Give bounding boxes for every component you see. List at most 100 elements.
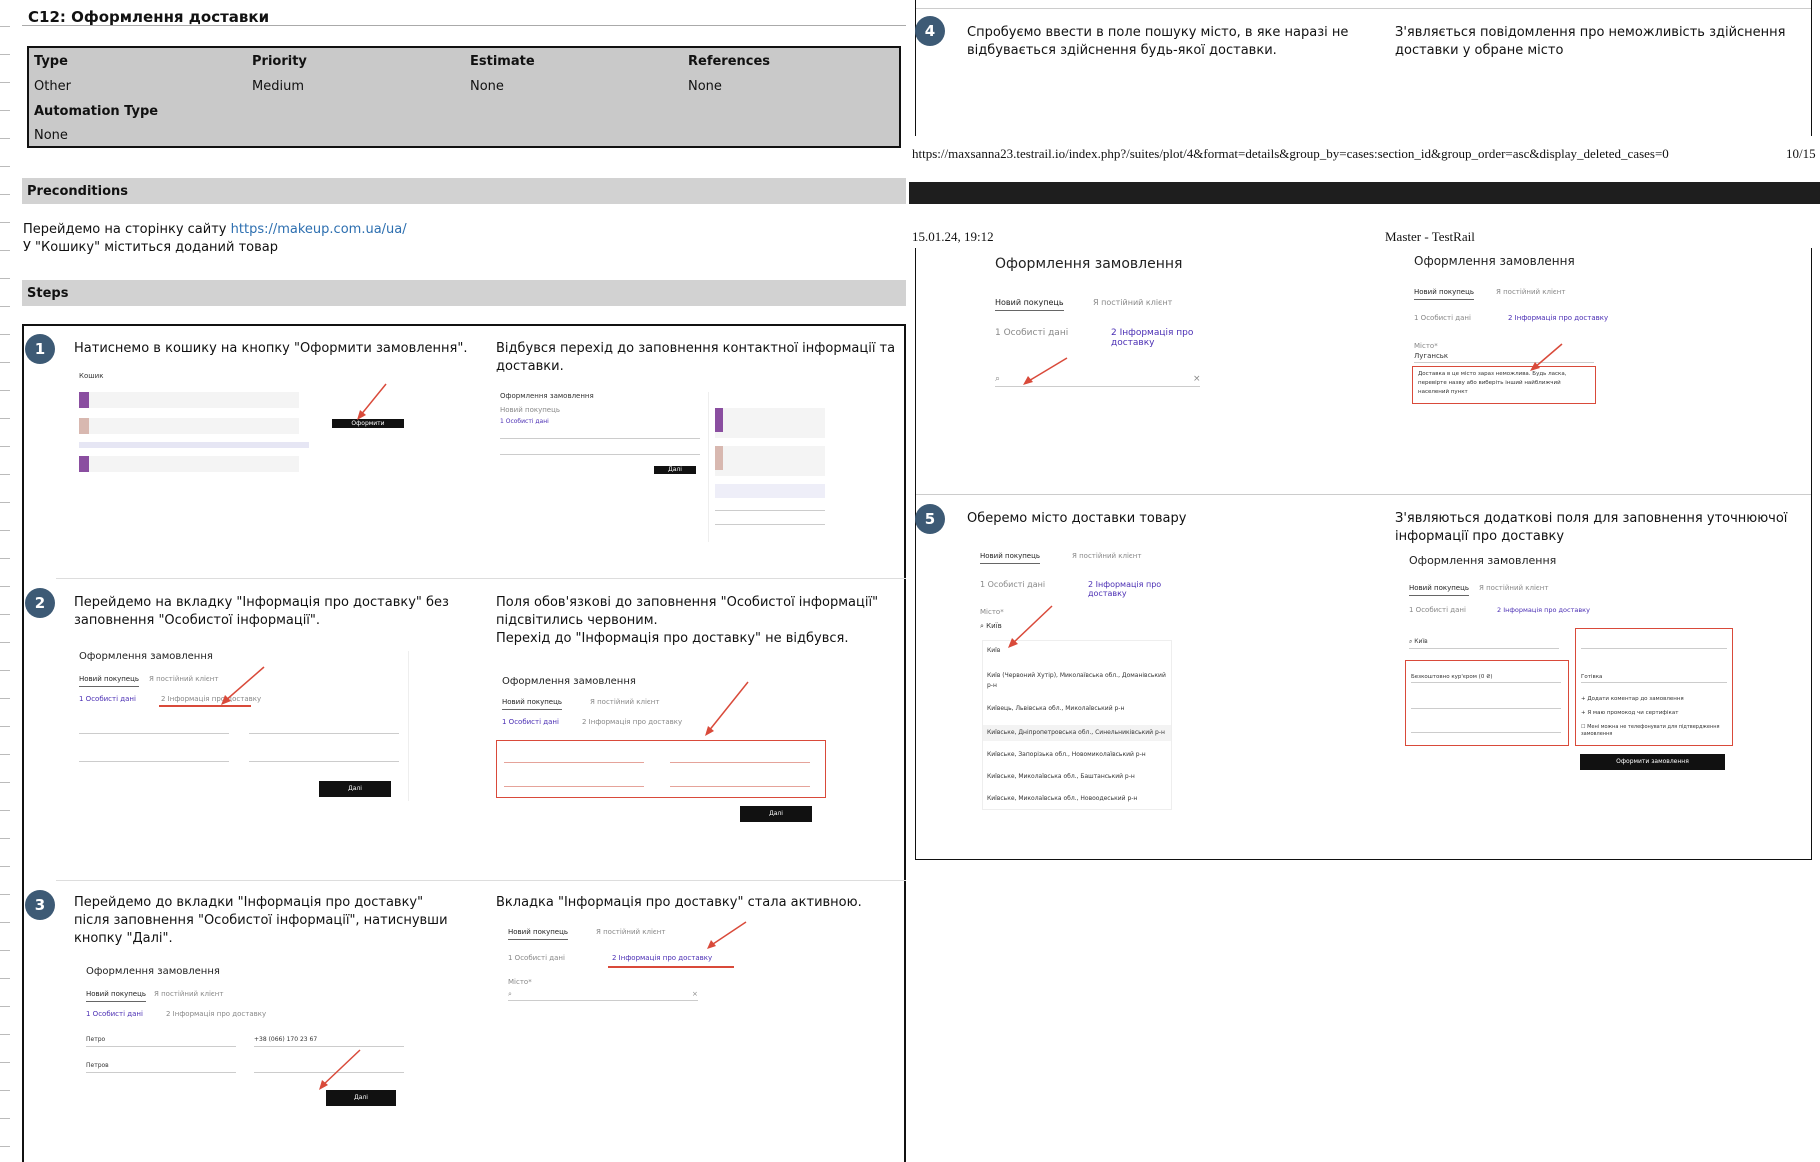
cart-item: [79, 418, 299, 434]
tab-new-buyer: Новий покупець: [79, 675, 139, 687]
clear-icon: ×: [692, 990, 698, 998]
cart-item: [79, 456, 299, 472]
step-delivery: 2 Інформація про доставку: [1088, 580, 1162, 598]
step-personal: 1 Особисті дані: [500, 418, 549, 425]
tab-new-buyer: Новий покупець: [1414, 288, 1474, 300]
input-line: [500, 438, 700, 439]
city-label: Місто*: [508, 978, 532, 986]
summary-line: [715, 510, 825, 511]
cart-title: Кошик: [79, 372, 104, 380]
table-border-right: [1811, 248, 1812, 860]
summary-notice: [715, 484, 825, 498]
prop-header-estimate: Estimate: [470, 54, 535, 69]
red-arrow-icon: [1008, 605, 1053, 648]
delivery-error-message: Доставка в це місто зараз неможлива. Буд…: [1418, 371, 1567, 395]
summary-item: [715, 408, 825, 438]
page-break-bar: [909, 182, 1820, 204]
red-highlight-box: [1405, 660, 1569, 746]
print-header-app: Master - TestRail: [1385, 229, 1475, 244]
step-delivery: 2 Інформація про доставку: [166, 1010, 267, 1018]
step-personal: 1 Особисті дані: [1409, 606, 1466, 614]
precondition-line-2: У "Кошику" міститься доданий товар: [23, 240, 278, 255]
phone-value: +38 (066) 170 23 67: [254, 1036, 318, 1043]
red-arrow-icon: [707, 921, 747, 949]
step-4-expected: З'являється повідомлення про неможливіст…: [1395, 25, 1786, 58]
city-suggestion[interactable]: Київ: [987, 647, 1000, 654]
city-suggestion[interactable]: Київське, Дніпропетровська обл., Синельн…: [987, 729, 1165, 736]
input-line-error: [670, 786, 810, 787]
city-label: Місто*: [980, 608, 1004, 616]
step-3-expected: Вкладка "Інформація про доставку" стала …: [496, 895, 862, 910]
step-3-right-screenshot: Новий покупець Я постійний клієнт 1 Особ…: [508, 921, 758, 1026]
red-arrow-icon: [1023, 357, 1068, 385]
input-line: [1581, 648, 1727, 649]
promo-link: + Я маю промокод чи сертифікат: [1581, 710, 1679, 716]
print-footer-url: https://maxsanna23.testrail.io/index.php…: [912, 146, 1669, 161]
city-suggestion[interactable]: Київське, Запорізька обл., Новомиколаївс…: [987, 751, 1146, 758]
city-suggestion[interactable]: Київ (Червоний Хутір), Миколаївська обл.…: [987, 671, 1167, 691]
city-suggestion[interactable]: Київське, Миколаївська обл., Баштанський…: [987, 773, 1135, 780]
payment-value: Готівка: [1581, 674, 1603, 680]
step-2-left-screenshot: Оформлення замовлення Новий покупець Я п…: [79, 651, 409, 801]
red-arrow-icon: [319, 1049, 361, 1090]
tab-regular: Я постійний клієнт: [1479, 584, 1549, 592]
input-line-error: [670, 762, 810, 763]
city-suggestion[interactable]: Київець, Львівська обл., Миколаївський р…: [987, 705, 1124, 712]
table-border-left: [915, 248, 916, 860]
table-border-left: [915, 0, 916, 136]
step-personal: 1 Особисті дані: [79, 695, 136, 703]
cart-notice: [79, 442, 309, 448]
precondition-line-1: Перейдемо на сторінку сайту https://make…: [23, 222, 407, 237]
order-title: Оформлення замовлення: [86, 966, 220, 977]
city-suggestions-dropdown: Київ Київ (Червоний Хутір), Миколаївська…: [982, 640, 1172, 810]
city-label: Місто*: [1414, 342, 1438, 350]
table-row-rule: [916, 8, 1811, 9]
step-delivery: 2 Інформація про доставку: [1111, 328, 1194, 348]
step-badge-5: 5: [915, 504, 945, 534]
next-button: Далі: [654, 466, 696, 474]
tab-regular: Я постійний клієнт: [154, 990, 224, 998]
tab-regular: Я постійний клієнт: [1072, 552, 1142, 560]
add-comment-link: + Додати коментар до замовлення: [1581, 696, 1684, 702]
step-2-expected: Поля обов'язкові до заповнення "Особисто…: [496, 595, 879, 646]
red-arrow-icon: [221, 666, 265, 705]
preconditions-header: Preconditions: [22, 178, 906, 204]
input-line: [86, 1046, 236, 1047]
input-line: [249, 733, 399, 734]
red-arrow-icon: [357, 383, 387, 420]
input-line-error: [504, 762, 644, 763]
order-title: Оформлення замовлення: [502, 676, 636, 687]
city-value-lugansk: Луганськ: [1414, 352, 1449, 360]
step-5-right-screenshot: Оформлення замовлення Новий покупець Я п…: [1405, 554, 1735, 784]
summary-item: [715, 446, 825, 476]
step-personal: 1 Особисті дані: [980, 580, 1046, 589]
cart-item: [79, 392, 299, 408]
order-title: Оформлення замовлення: [995, 256, 1183, 272]
prop-value-type: Other: [34, 79, 71, 94]
tab-new-buyer: Новий покупець: [500, 406, 560, 414]
city-suggestion[interactable]: Київське, Миколаївська обл., Новоодеськи…: [987, 795, 1137, 802]
step-1-checkout-screenshot: Оформлення замовлення Новий покупець 1 О…: [498, 392, 838, 542]
prop-header-type: Type: [34, 54, 68, 69]
search-icon: ⌕: [508, 990, 512, 998]
step-1-expected: Відбувся перехід до заповнення контактно…: [496, 341, 896, 374]
step-badge-2: 2: [25, 588, 55, 618]
city-value-kyiv: ⌕ Київ: [980, 622, 1002, 631]
summary-line: [715, 524, 825, 525]
step-2-action: Перейдемо на вкладку "Інформація про дос…: [74, 595, 449, 628]
step-badge-4: 4: [915, 16, 945, 46]
next-button: Далі: [740, 806, 812, 822]
no-call-text: Мені можна не телефонувати для підтвердж…: [1581, 724, 1720, 737]
tab-regular: Я постійний клієнт: [1093, 298, 1173, 307]
input-line: [79, 761, 229, 762]
step-4-right-screenshot: Оформлення замовлення Новий покупець Я п…: [1412, 254, 1612, 404]
prop-value-estimate: None: [470, 79, 504, 94]
step-4-left-screenshot: Оформлення замовлення Новий покупець Я п…: [995, 256, 1205, 396]
step-delivery: 2 Інформація про доставку: [582, 718, 683, 726]
red-highlight-box: [496, 740, 826, 798]
step-delivery: 2 Інформація про доставку: [612, 954, 713, 962]
step-personal: 1 Особисті дані: [1414, 314, 1471, 322]
precondition-link[interactable]: https://makeup.com.ua/ua/: [231, 222, 407, 237]
tab-new-buyer: Новий покупець: [86, 990, 146, 1002]
case-title: C12: Оформлення доставки: [28, 8, 270, 26]
